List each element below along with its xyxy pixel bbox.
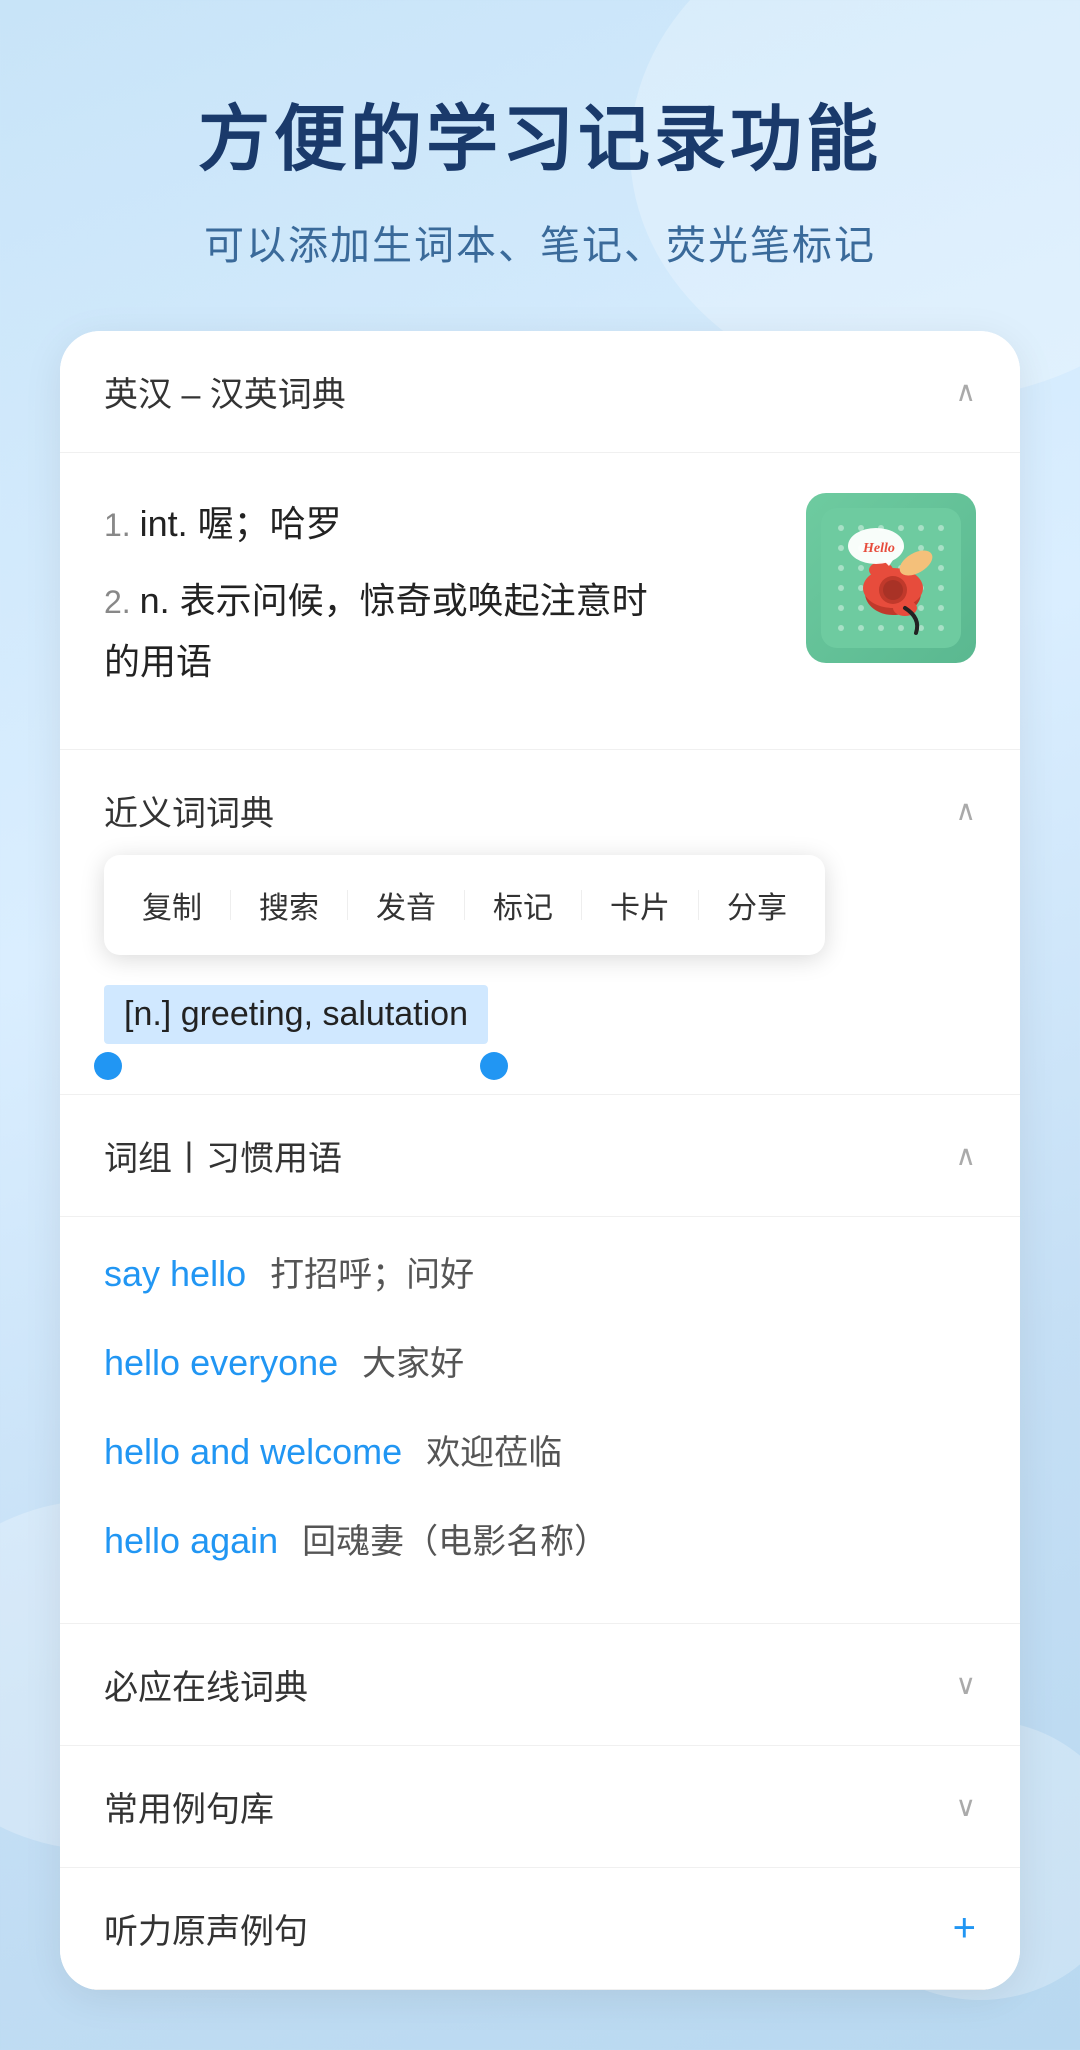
def-text-1: int. 喔；哈罗 xyxy=(140,503,342,544)
example-section[interactable]: 常用例句库 ∨ xyxy=(60,1746,1020,1868)
definitions-list: 1. int. 喔；哈罗 2. n. 表示问候，惊奇或唤起注意时的用语 xyxy=(104,493,776,709)
def-num-1: 1. xyxy=(104,507,140,543)
phrases-section-title: 词组丨习惯用语 xyxy=(104,1131,342,1180)
phrases-section: 词组丨习惯用语 ∧ say hello 打招呼；问好 hello everyon… xyxy=(60,1095,1020,1624)
selected-text[interactable]: [n.] greeting, salutation xyxy=(104,985,488,1044)
dictionary-section-header[interactable]: 英汉 – 汉英词典 ∧ xyxy=(60,331,1020,453)
selection-handle-right[interactable] xyxy=(480,1052,508,1080)
main-card: 英汉 – 汉英词典 ∧ 1. int. 喔；哈罗 2. n. 表示问候，惊奇或唤… xyxy=(60,331,1020,1990)
phrase-en-3: hello again xyxy=(104,1520,278,1562)
context-menu-card[interactable]: 卡片 xyxy=(582,875,698,935)
phrase-list: say hello 打招呼；问好 hello everyone 大家好 hell… xyxy=(60,1217,1020,1623)
dictionary-chevron-icon: ∧ xyxy=(956,375,977,408)
context-menu-pronounce[interactable]: 发音 xyxy=(348,875,464,935)
definition-area: 1. int. 喔；哈罗 2. n. 表示问候，惊奇或唤起注意时的用语 xyxy=(60,453,1020,750)
phrase-item-hello-and-welcome[interactable]: hello and welcome 欢迎莅临 xyxy=(104,1425,976,1474)
phrase-en-2: hello and welcome xyxy=(104,1431,402,1473)
selected-text-area: [n.] greeting, salutation xyxy=(60,975,1020,1094)
example-chevron-down-icon: ∨ xyxy=(956,1790,977,1823)
listening-section[interactable]: 听力原声例句 + xyxy=(60,1868,1020,1990)
listening-plus-icon[interactable]: + xyxy=(953,1906,976,1951)
phrases-header[interactable]: 词组丨习惯用语 ∧ xyxy=(60,1095,1020,1217)
listening-title: 听力原声例句 xyxy=(104,1904,308,1953)
definition-item-2: 2. n. 表示问候，惊奇或唤起注意时的用语 xyxy=(104,570,776,692)
definition-item-1: 1. int. 喔；哈罗 xyxy=(104,493,776,554)
selection-handle-left[interactable] xyxy=(94,1052,122,1080)
context-menu-search[interactable]: 搜索 xyxy=(231,875,347,935)
bingdict-section[interactable]: 必应在线词典 ∨ xyxy=(60,1624,1020,1746)
phrase-zh-0: 打招呼；问好 xyxy=(270,1247,474,1296)
synonym-header[interactable]: 近义词词典 ∧ xyxy=(60,750,1020,835)
hero-title: 方便的学习记录功能 xyxy=(60,80,1020,185)
bingdict-title: 必应在线词典 xyxy=(104,1660,308,1709)
context-menu-share[interactable]: 分享 xyxy=(699,875,815,935)
phrase-item-hello-everyone[interactable]: hello everyone 大家好 xyxy=(104,1336,976,1385)
synonym-section: 近义词词典 ∧ 复制 搜索 发音 标记 卡片 分享 [n.] greeting,… xyxy=(60,750,1020,1095)
phrase-en-1: hello everyone xyxy=(104,1342,338,1384)
bingdict-chevron-down-icon: ∨ xyxy=(956,1668,977,1701)
phrase-zh-3: 回魂妻（电影名称） xyxy=(302,1514,608,1563)
context-menu-mark[interactable]: 标记 xyxy=(465,875,581,935)
phrase-zh-2: 欢迎莅临 xyxy=(426,1425,562,1474)
dictionary-section-title: 英汉 – 汉英词典 xyxy=(104,367,346,416)
context-menu-copy[interactable]: 复制 xyxy=(114,875,230,935)
def-num-2: 2. xyxy=(104,584,140,620)
synonym-chevron-icon: ∧ xyxy=(956,794,977,827)
def-text-2: n. 表示问候，惊奇或唤起注意时的用语 xyxy=(104,580,648,682)
svg-text:Hello: Hello xyxy=(862,541,895,556)
phrases-chevron-icon: ∧ xyxy=(956,1139,977,1172)
context-menu: 复制 搜索 发音 标记 卡片 分享 xyxy=(104,855,825,955)
example-title: 常用例句库 xyxy=(104,1782,274,1831)
phrase-en-0: say hello xyxy=(104,1253,246,1295)
synonym-section-title: 近义词词典 xyxy=(104,786,274,835)
hello-image: Hello xyxy=(806,493,976,663)
phrase-item-hello-again[interactable]: hello again 回魂妻（电影名称） xyxy=(104,1514,976,1563)
phrase-item-say-hello[interactable]: say hello 打招呼；问好 xyxy=(104,1247,976,1296)
phrase-zh-1: 大家好 xyxy=(362,1336,464,1385)
hero-subtitle: 可以添加生词本、笔记、荧光笔标记 xyxy=(60,213,1020,271)
